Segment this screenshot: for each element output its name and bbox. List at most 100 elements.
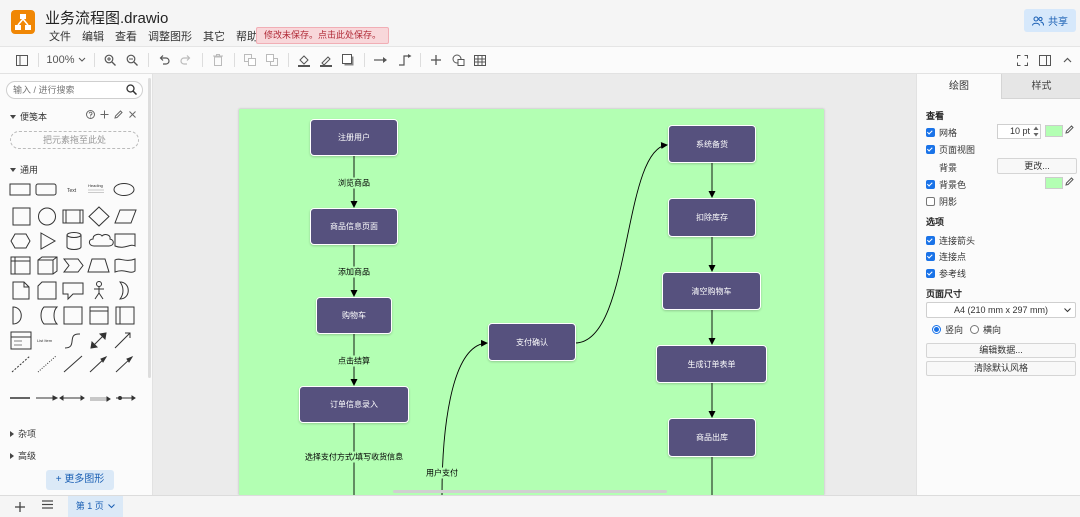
node-ship[interactable]: 商品出库 [668,418,756,457]
menu-file[interactable]: 文件 [49,28,71,44]
chevron-up-icon[interactable] [1059,52,1075,68]
canvas-horizontal-scrollbar[interactable] [393,490,667,493]
scratchpad-section-header[interactable]: 便笺本 [10,110,47,123]
table-icon[interactable] [472,52,488,68]
shape-document[interactable] [114,233,136,248]
shape-double-arrow[interactable] [90,396,111,402]
node-system-stock[interactable]: 系统备货 [668,125,756,163]
edit-pencil-icon[interactable] [114,110,123,121]
shape-rounded-rectangle[interactable] [35,183,57,196]
background-color-swatch[interactable] [1045,177,1063,189]
paper-size-select[interactable]: A4 (210 mm x 297 mm) [926,302,1076,318]
more-shapes-button[interactable]: + 更多图形 [46,470,114,490]
shape-note[interactable] [12,281,30,300]
shadow-icon[interactable] [340,52,356,68]
shape-card[interactable] [37,281,57,300]
landscape-radio[interactable] [970,325,979,334]
grid-color-swatch[interactable] [1045,125,1063,137]
close-icon[interactable] [128,110,137,121]
shape-heading[interactable]: Heading [88,183,103,188]
shape-bidirectional-link[interactable] [59,395,85,401]
node-cart[interactable]: 购物车 [316,297,392,334]
shape-dotted-line[interactable] [37,355,57,373]
shape-bidirectional-arrow[interactable] [90,332,107,349]
insert-plus-icon[interactable] [428,52,444,68]
connection-arrows-option[interactable]: 连接箭头 [926,234,975,247]
shape-trapezoid[interactable] [87,258,110,273]
zoom-in-icon[interactable] [102,52,118,68]
edge-label-choose-pay[interactable]: 选择支付方式/填写收货信息 [304,451,404,463]
page-view-option[interactable]: 页面视图 [926,143,975,156]
shadow-option[interactable]: 阴影 [926,195,957,208]
share-button[interactable]: 共享 [1024,9,1076,32]
portrait-option[interactable]: 竖向 [932,323,963,336]
shadow-checkbox[interactable] [926,197,935,206]
node-deduct-stock[interactable]: 扣除库存 [668,198,756,237]
shape-parallelogram[interactable] [114,209,137,224]
tab-style[interactable]: 样式 [1001,74,1080,99]
node-create-order[interactable]: 生成订单表单 [656,345,767,383]
fullscreen-icon[interactable] [1014,52,1030,68]
background-color-option[interactable]: 背景色 [926,178,966,191]
edge-label-user-pay[interactable]: 用户支付 [426,467,458,479]
portrait-radio[interactable] [932,325,941,334]
shape-link-arrow[interactable] [36,395,59,401]
shape-curve[interactable] [64,333,81,349]
shape-dashed-line[interactable] [11,355,31,373]
diagram-page[interactable]: 浏览商品 添加商品 点击结算 选择支付方式/填写收货信息 用户支付 注册用户 商… [239,109,824,495]
node-clear-cart[interactable]: 清空购物车 [662,272,761,310]
edge-label-browse[interactable]: 浏览商品 [338,177,370,189]
edit-data-button[interactable]: 编辑数据... [926,343,1076,358]
shape-search-input[interactable] [7,82,125,98]
unsaved-changes-warning[interactable]: 修改未保存。点击此处保存。 [256,27,390,44]
redo-icon[interactable] [178,52,194,68]
shape-or[interactable] [118,281,129,300]
line-color-icon[interactable] [318,52,334,68]
misc-section-header[interactable]: 杂项 [10,427,36,440]
edge-pay-to-stock[interactable] [574,142,668,344]
format-panel-icon[interactable] [1037,52,1053,68]
waypoints-icon[interactable] [396,52,414,68]
page-tab-1[interactable]: 第 1 页 [68,496,123,517]
edge-label-add[interactable]: 添加商品 [338,266,370,278]
toggle-sidebar-icon[interactable] [14,52,30,68]
shape-connector-arrow[interactable] [115,355,134,373]
to-front-icon[interactable] [242,52,258,68]
edge-label-checkout[interactable]: 点击结算 [338,355,370,367]
shape-actor[interactable] [94,281,104,300]
page-view-checkbox[interactable] [926,145,935,154]
menu-arrange[interactable]: 调整图形 [148,28,192,44]
shape-container[interactable] [63,306,83,325]
delete-icon[interactable] [210,52,226,68]
shape-list-item[interactable]: List Item [37,338,53,343]
shape-line[interactable] [63,355,83,373]
to-back-icon[interactable] [264,52,280,68]
node-pay-confirm[interactable]: 支付确认 [488,323,576,361]
grid-option[interactable]: 网格 [926,126,957,139]
shape-search-box[interactable] [6,81,143,99]
shape-diamond[interactable] [88,206,110,227]
shape-frame[interactable] [115,306,135,325]
connection-points-checkbox[interactable] [926,252,935,261]
menu-help[interactable]: 帮助 [236,28,258,44]
menu-view[interactable]: 查看 [115,28,137,44]
guides-option[interactable]: 参考线 [926,267,966,280]
shape-cube[interactable] [37,256,58,275]
grid-size-stepper-icon[interactable] [1033,125,1039,138]
connection-points-option[interactable]: 连接点 [926,250,966,263]
background-color-checkbox[interactable] [926,180,935,189]
advanced-section-header[interactable]: 高级 [10,449,36,462]
zoom-out-icon[interactable] [124,52,140,68]
file-title[interactable]: 业务流程图.drawio [45,7,168,28]
shape-circle[interactable] [38,207,56,226]
insert-shapes-icon[interactable] [450,52,466,68]
shape-cylinder[interactable] [66,232,82,250]
connection-arrows-checkbox[interactable] [926,236,935,245]
landscape-option[interactable]: 横向 [970,323,1001,336]
zoom-dropdown[interactable]: 100% [46,52,86,68]
shape-step[interactable] [62,258,84,273]
change-background-button[interactable]: 更改... [997,158,1077,174]
help-icon[interactable] [86,110,95,121]
shape-hexagon[interactable] [10,233,31,249]
guides-checkbox[interactable] [926,269,935,278]
